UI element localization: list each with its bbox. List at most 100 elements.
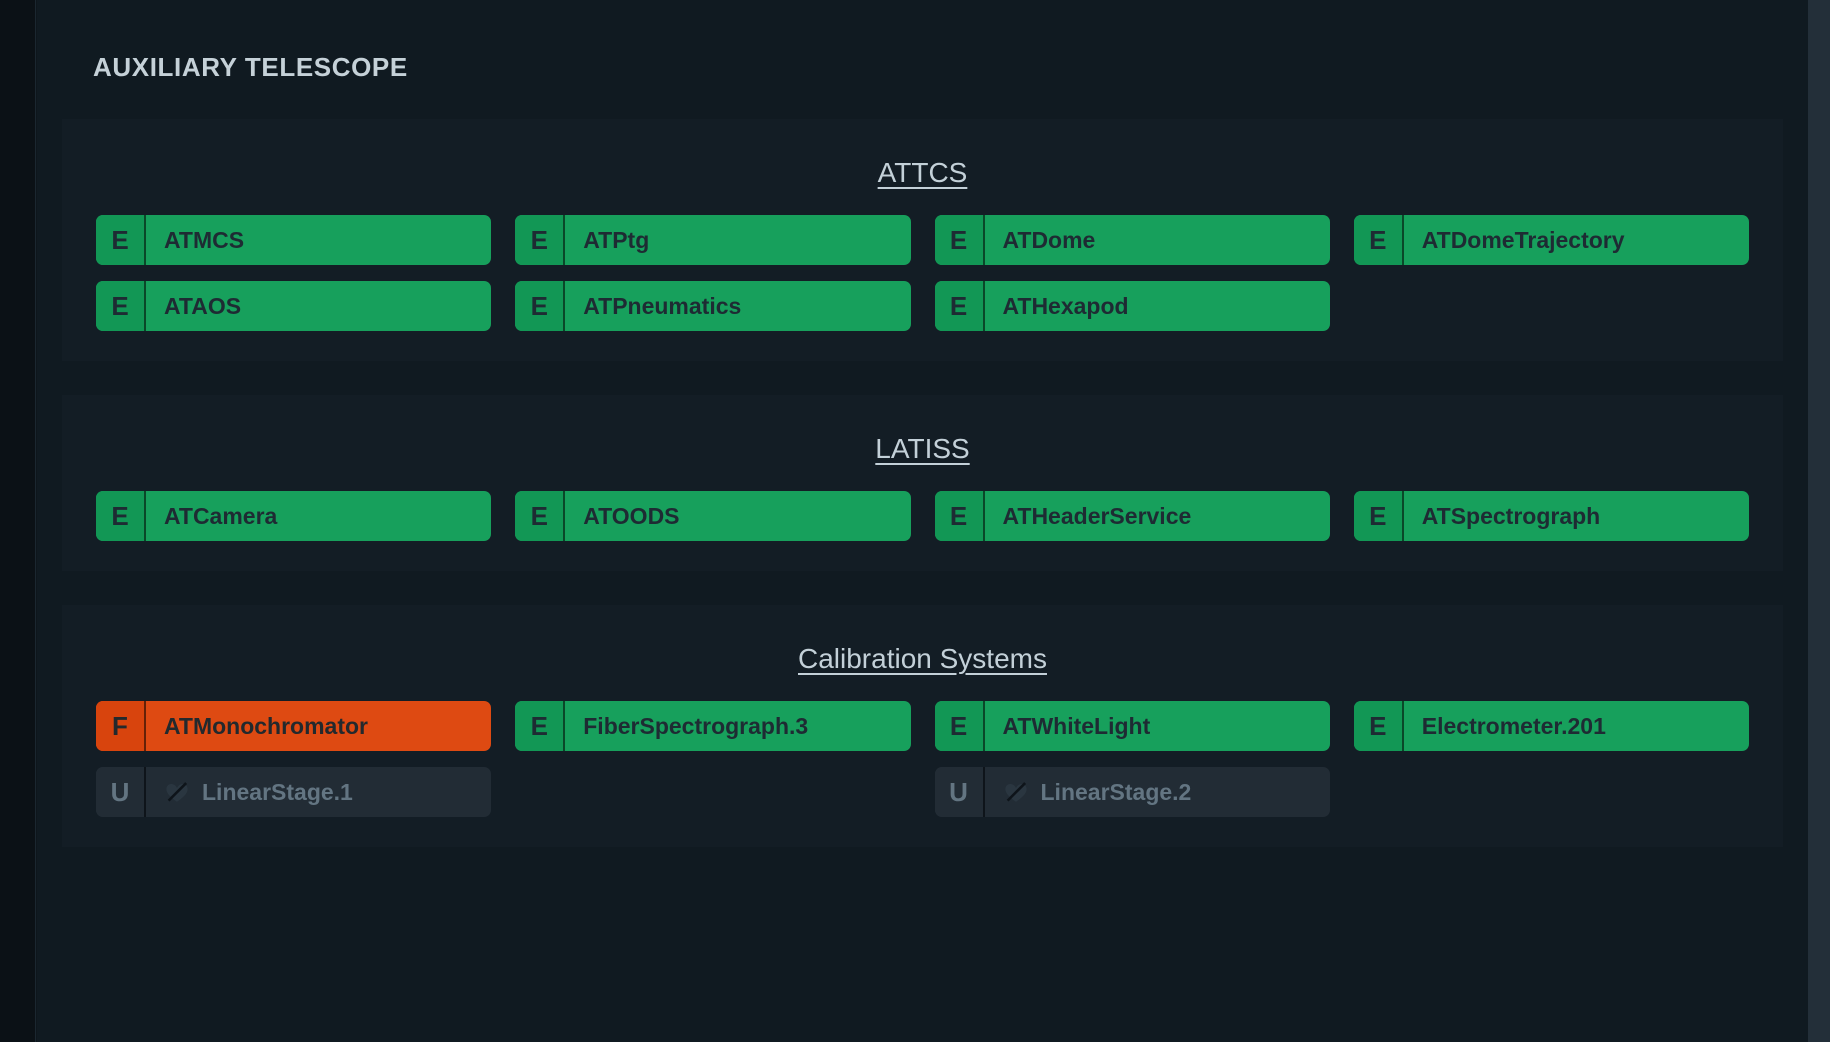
csc-slot: E ATMCS: [84, 215, 503, 265]
csc-slot: E ATWhiteLight: [923, 701, 1342, 751]
section-title: ATTCS: [62, 157, 1783, 189]
csc-slot: E FiberSpectrograph.3: [503, 701, 922, 751]
csc-button-linearstage-2[interactable]: U LinearStage.2: [935, 767, 1330, 817]
sections-container: ATTCS E ATMCS E ATPtg E ATDome E ATDomeTrajector…: [37, 119, 1808, 847]
heart-off-icon: [1003, 779, 1029, 805]
heart-off-icon: [164, 779, 190, 805]
csc-state-badge: E: [1354, 701, 1402, 751]
csc-label: ATDome: [1003, 227, 1096, 254]
csc-state-badge: E: [515, 491, 563, 541]
csc-slot: U LinearStage.1: [84, 767, 503, 817]
csc-label: Electrometer.201: [1422, 713, 1606, 740]
csc-body: ATHeaderService: [983, 491, 1330, 541]
csc-label: ATPneumatics: [583, 293, 741, 320]
csc-label: ATPtg: [583, 227, 649, 254]
csc-state-badge: E: [96, 491, 144, 541]
csc-label: ATMCS: [164, 227, 244, 254]
csc-button-atmonochromator[interactable]: F ATMonochromator: [96, 701, 491, 751]
csc-slot: E ATPneumatics: [503, 281, 922, 331]
csc-label: LinearStage.1: [202, 779, 353, 806]
csc-body: LinearStage.2: [983, 767, 1330, 817]
csc-label: ATDomeTrajectory: [1422, 227, 1625, 254]
csc-state-badge: E: [515, 281, 563, 331]
csc-row: U LinearStage.1 U LinearStage.2: [62, 767, 1783, 817]
csc-button-electrometer-201[interactable]: E Electrometer.201: [1354, 701, 1749, 751]
csc-state-badge: E: [515, 215, 563, 265]
csc-button-athexapod[interactable]: EATHexapod: [935, 281, 1330, 331]
csc-slot: E Electrometer.201: [1342, 701, 1761, 751]
csc-label: ATMonochromator: [164, 713, 368, 740]
csc-label: FiberSpectrograph.3: [583, 713, 808, 740]
csc-label: ATAOS: [164, 293, 241, 320]
csc-state-badge: E: [935, 281, 983, 331]
csc-row: E ATMCS E ATPtg E ATDome E ATDomeTrajectory: [62, 215, 1783, 265]
csc-body: FiberSpectrograph.3: [563, 701, 910, 751]
csc-label: ATHeaderService: [1003, 503, 1192, 530]
csc-state-badge: E: [1354, 215, 1402, 265]
section-latiss: LATISS E ATCamera E ATOODS E ATHeaderService EA…: [62, 395, 1783, 571]
page-title: AUXILIARY TELESCOPE: [37, 0, 1808, 83]
csc-slot: E ATDome: [923, 215, 1342, 265]
csc-label: ATCamera: [164, 503, 277, 530]
csc-label: LinearStage.2: [1041, 779, 1192, 806]
csc-button-ataos[interactable]: E ATAOS: [96, 281, 491, 331]
csc-row: EATAOSEATPneumaticsEATHexapod: [62, 281, 1783, 331]
csc-slot: E ATPtg: [503, 215, 922, 265]
csc-body: ATDome: [983, 215, 1330, 265]
csc-body: ATDomeTrajectory: [1402, 215, 1749, 265]
csc-body: ATOODS: [563, 491, 910, 541]
csc-slot: E ATCamera: [84, 491, 503, 541]
csc-button-atptg[interactable]: E ATPtg: [515, 215, 910, 265]
section-attcs: ATTCS E ATMCS E ATPtg E ATDome E ATDomeTrajector…: [62, 119, 1783, 361]
auxiliary-telescope-page: AUXILIARY TELESCOPE ATTCSEATMCSEATPtgEAT…: [37, 0, 1808, 1042]
csc-row: E ATCamera E ATOODS E ATHeaderService EATSpect…: [62, 491, 1783, 541]
csc-label: ATOODS: [583, 503, 679, 530]
csc-body: ATPneumatics: [563, 281, 910, 331]
csc-body: ATMonochromator: [144, 701, 491, 751]
csc-body: ATWhiteLight: [983, 701, 1330, 751]
section-title: Calibration Systems: [62, 643, 1783, 675]
csc-slot: E ATAOS: [84, 281, 503, 331]
csc-slot: U LinearStage.2: [923, 767, 1342, 817]
csc-row: F ATMonochromator E FiberSpectrograph.3 E ATW…: [62, 701, 1783, 751]
csc-state-badge: E: [96, 281, 144, 331]
csc-body: ATMCS: [144, 215, 491, 265]
csc-body: LinearStage.1: [144, 767, 491, 817]
section-title: LATISS: [62, 433, 1783, 465]
csc-slot: E ATHeaderService: [923, 491, 1342, 541]
csc-button-atoods[interactable]: E ATOODS: [515, 491, 910, 541]
csc-button-atmcs[interactable]: E ATMCS: [96, 215, 491, 265]
csc-slot: EATHexapod: [923, 281, 1342, 331]
csc-state-badge: E: [935, 215, 983, 265]
csc-body: ATCamera: [144, 491, 491, 541]
csc-button-linearstage-1[interactable]: U LinearStage.1: [96, 767, 491, 817]
csc-body: ATSpectrograph: [1402, 491, 1749, 541]
csc-state-badge: U: [935, 767, 983, 817]
csc-body: ATPtg: [563, 215, 910, 265]
csc-body: Electrometer.201: [1402, 701, 1749, 751]
csc-state-badge: E: [96, 215, 144, 265]
csc-label: ATWhiteLight: [1003, 713, 1151, 740]
right-scroll-gutter[interactable]: [1808, 0, 1830, 1042]
csc-body: ATAOS: [144, 281, 491, 331]
csc-body: ATHexapod: [983, 281, 1330, 331]
csc-button-atspectrograph[interactable]: EATSpectrograph: [1354, 491, 1749, 541]
section-calibration-systems: Calibration Systems F ATMonochromator E Fibe…: [62, 605, 1783, 847]
csc-button-atheaderservice[interactable]: E ATHeaderService: [935, 491, 1330, 541]
csc-slot: EATSpectrograph: [1342, 491, 1761, 541]
csc-button-atcamera[interactable]: E ATCamera: [96, 491, 491, 541]
csc-button-atpneumatics[interactable]: E ATPneumatics: [515, 281, 910, 331]
csc-state-badge: F: [96, 701, 144, 751]
csc-state-badge: E: [515, 701, 563, 751]
csc-label: ATSpectrograph: [1422, 503, 1600, 530]
csc-button-atdome[interactable]: E ATDome: [935, 215, 1330, 265]
csc-state-badge: U: [96, 767, 144, 817]
left-rail: [0, 0, 36, 1042]
csc-button-atdometrajectory[interactable]: E ATDomeTrajectory: [1354, 215, 1749, 265]
csc-slot: E ATDomeTrajectory: [1342, 215, 1761, 265]
csc-state-badge: E: [935, 701, 983, 751]
csc-button-fiberspectrograph-3[interactable]: E FiberSpectrograph.3: [515, 701, 910, 751]
csc-slot: E ATOODS: [503, 491, 922, 541]
csc-state-badge: E: [935, 491, 983, 541]
csc-button-atwhitelight[interactable]: E ATWhiteLight: [935, 701, 1330, 751]
